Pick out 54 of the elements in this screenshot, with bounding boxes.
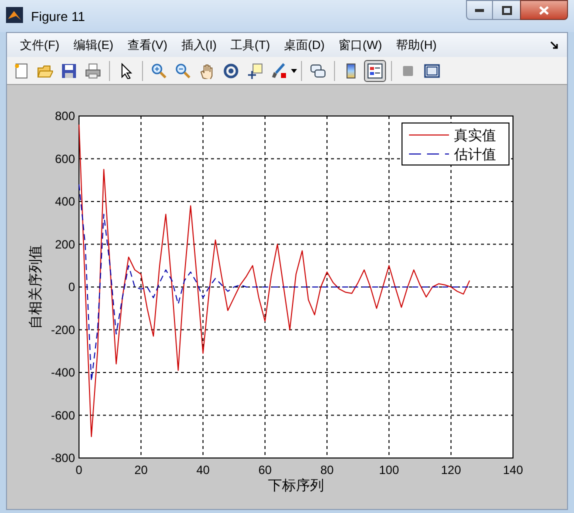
x-tick-label: 100 [378, 463, 400, 477]
legend-label: 真实值 [454, 127, 496, 143]
zoom-out-icon [175, 62, 191, 78]
legend-label: 估计值 [454, 146, 496, 162]
folder-icon [37, 62, 53, 78]
menu-item[interactable]: 工具(T) [224, 36, 277, 54]
menu-item[interactable]: 文件(F) [13, 36, 66, 54]
printer-icon [85, 62, 101, 78]
x-tick-label: 120 [440, 463, 462, 477]
x-axis-label: 下标序列 [268, 477, 324, 493]
y-tick-label: 200 [54, 237, 75, 252]
x-tick-label: 60 [258, 463, 272, 477]
y-tick-label: 800 [54, 109, 75, 123]
y-tick-label: 600 [54, 152, 75, 166]
window-title: Figure 11 [31, 8, 85, 26]
zoom-in-icon [151, 62, 167, 78]
minimize-icon [475, 8, 484, 12]
data-cursor-icon [247, 62, 263, 78]
x-tick-label: 0 [76, 463, 82, 477]
close-button[interactable] [520, 0, 568, 20]
x-tick-label: 40 [196, 463, 210, 477]
close-icon [539, 6, 549, 14]
y-tick-label: -800 [50, 451, 75, 465]
x-tick-label: 140 [502, 463, 524, 477]
menu-item[interactable]: 编辑(E) [66, 36, 120, 54]
y-tick-label: 400 [54, 194, 75, 208]
dropdown-caret-icon[interactable] [291, 68, 297, 72]
restore-icon [502, 6, 512, 14]
menu-item[interactable]: 桌面(D) [276, 36, 332, 54]
menu-item[interactable]: 窗口(W) [332, 36, 389, 54]
menu-item[interactable]: 帮助(H) [388, 36, 444, 54]
menu-item[interactable]: 插入(I) [174, 36, 224, 54]
hand-icon [199, 62, 215, 78]
maximize-button[interactable] [493, 0, 520, 20]
x-tick-label: 20 [134, 463, 148, 477]
x-tick-label: 80 [320, 463, 334, 477]
legend-line [408, 134, 450, 136]
brush-icon [271, 62, 287, 78]
rotate-icon [223, 62, 239, 78]
menu-item[interactable]: 查看(V) [120, 36, 174, 54]
link-icon [310, 62, 326, 78]
y-axis-label: 自相关序列值 [27, 245, 43, 329]
save-icon [61, 62, 77, 78]
expand-arrow-icon[interactable] [550, 40, 559, 50]
y-tick-label: -200 [50, 322, 75, 337]
new-file-icon [13, 62, 29, 78]
y-tick-label: -400 [50, 366, 75, 380]
y-tick-label: 0 [68, 280, 75, 294]
app-icon [6, 7, 23, 23]
minimize-button[interactable] [466, 0, 493, 20]
y-tick-label: -600 [50, 408, 75, 422]
legend-icon [367, 62, 383, 78]
window-icon [424, 62, 440, 78]
toolbar-button[interactable] [364, 60, 386, 82]
